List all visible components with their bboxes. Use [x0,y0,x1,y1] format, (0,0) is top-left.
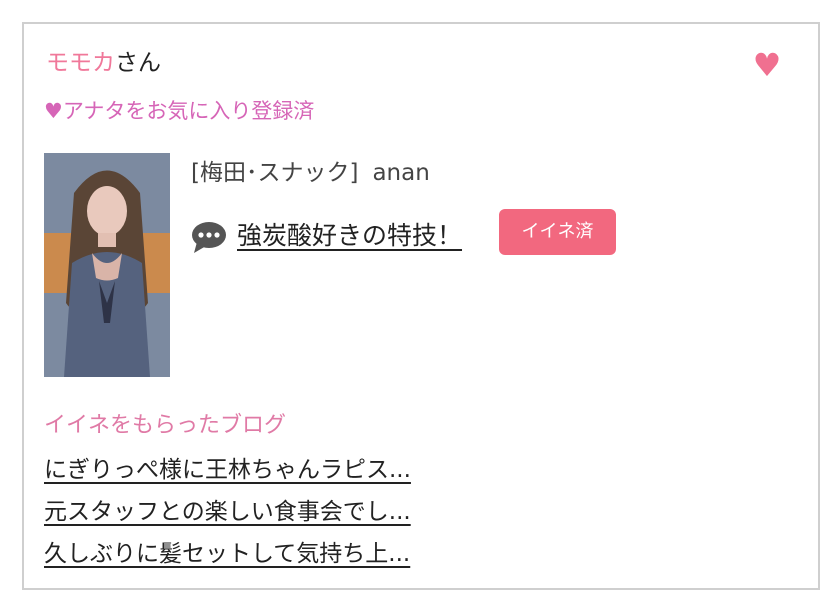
blog-link[interactable]: 久しぶりに髪セットして気持ち上... [44,536,411,578]
cast-photo-image [44,153,170,377]
user-line: モモカさん [46,46,161,80]
cast-photo[interactable] [44,153,170,377]
user-honorific: さん [115,50,161,76]
favorite-status: ♥アナタをお気に入り登録済 [44,99,315,123]
cast-name: anan [372,160,430,186]
heart-icon[interactable]: ♥ [750,48,784,82]
blog-link[interactable]: 元スタッフとの楽しい食事会でし... [44,494,411,536]
shop-line: [梅田･スナック] anan [191,155,430,191]
iine-badge: イイネ済 [499,209,616,255]
post-title-link[interactable]: 強炭酸好きの特技！ [237,217,462,255]
liked-blogs-heading: イイネをもらったブログ [44,413,287,438]
liked-blogs-list: にぎりっぺ様に王林ちゃんラピス... 元スタッフとの楽しい食事会でし... 久し… [44,452,411,578]
blog-link[interactable]: にぎりっぺ様に王林ちゃんラピス... [44,452,411,494]
user-name: モモカ [46,50,115,76]
favorite-card: モモカさん ♥ ♥アナタをお気に入り登録済 [梅田･スナック] anan 強炭酸好… [22,22,820,590]
speech-bubble-icon [192,222,226,253]
shop-category: [梅田･スナック] [191,160,359,186]
